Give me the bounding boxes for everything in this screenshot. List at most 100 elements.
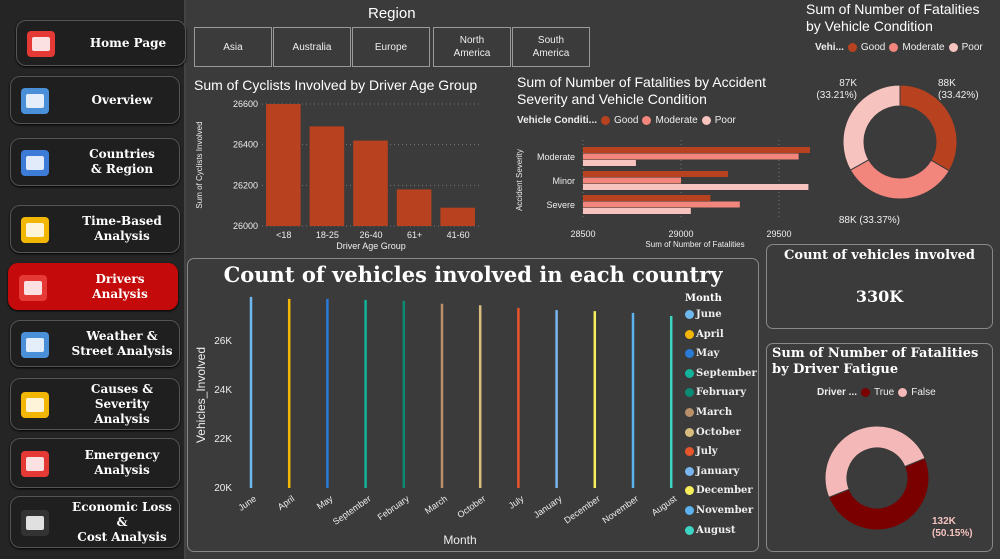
nav-causes-button[interactable]: Causes & Severity Analysis	[10, 378, 180, 430]
legend-label: March	[696, 407, 733, 418]
region-option[interactable]: North America	[433, 27, 511, 67]
nav-emergency-button[interactable]: Emergency Analysis	[10, 438, 180, 488]
bar-Severe-Moderate	[583, 201, 740, 208]
nav-countries-button[interactable]: Countries & Region	[10, 138, 180, 186]
legend-moderate[interactable]: Moderate	[902, 42, 944, 53]
driver-fatigue-donut: 132K(50.15%)131K(49.85%)	[824, 425, 973, 539]
legend-item-september[interactable]: September	[685, 368, 757, 379]
fatigue-title: Sum of Number of Fatalities by Driver Fa…	[772, 346, 979, 377]
weather-icon	[15, 324, 59, 364]
x-tick-label: 18-25	[316, 230, 339, 240]
legend-item-december[interactable]: December	[685, 485, 753, 496]
slice-label: 88K (33.42%)	[938, 78, 979, 101]
y-tick-label: 20K	[214, 483, 232, 494]
legend-dot	[685, 427, 694, 437]
nav-label: Home Page	[89, 35, 167, 50]
legend-dot	[685, 408, 694, 417]
globe-pin-icon	[15, 142, 59, 182]
nav-economic-button[interactable]: Economic Loss & Cost Analysis	[10, 496, 180, 548]
nav-weather-button[interactable]: Weather & Street Analysis	[10, 320, 180, 367]
x-axis-title: Driver Age Group	[336, 241, 406, 251]
x-tick-label: June	[236, 493, 258, 512]
x-tick-label: September	[331, 493, 373, 526]
legend-poor[interactable]: Poor	[715, 115, 736, 126]
x-tick-label: May	[315, 493, 335, 511]
nav-drivers-button[interactable]: Drivers Analysis	[8, 263, 178, 310]
x-tick-label: July	[507, 493, 526, 511]
legend-dot-poor	[948, 43, 958, 52]
legend-title: Vehicle Conditi...	[517, 115, 598, 126]
region-option[interactable]: South America	[512, 27, 590, 67]
legend-item-march[interactable]: March	[685, 407, 732, 418]
legend-item-november[interactable]: November	[685, 505, 753, 516]
legend-true[interactable]: True	[874, 387, 894, 398]
slice-label: 132K (50.15%)	[932, 516, 973, 539]
legend-label: September	[696, 367, 757, 379]
legend-item-april[interactable]: April	[685, 329, 724, 340]
legend-good[interactable]: Good	[861, 42, 885, 53]
vehicle-condition-legend: Vehi... Good Moderate Poor	[815, 42, 983, 53]
legend-item-january[interactable]: January	[685, 466, 739, 477]
bar-Moderate-Poor	[583, 160, 636, 166]
legend-dot-good	[601, 116, 611, 125]
legend-dot	[685, 466, 694, 476]
calendar-alert-icon	[15, 209, 59, 249]
nav-label: Overview	[91, 92, 153, 107]
legend-item-may[interactable]: May	[685, 348, 719, 359]
legend-dot-moderate	[889, 43, 899, 52]
nav-label: Time-Based Analysis	[82, 214, 162, 243]
x-tick-label: <18	[276, 230, 291, 240]
vehicle-condition-donut: 88K (33.42%) 88K (33.37%) 87K (33.21%)	[816, 78, 979, 226]
legend-item-july[interactable]: July	[685, 446, 718, 457]
bar-Severe-Good	[583, 195, 711, 201]
bar-18-25	[309, 126, 345, 226]
y-tick-label: 26600	[233, 99, 258, 109]
legend-dot	[685, 329, 694, 339]
legend-dot	[685, 525, 694, 535]
kpi-title: Count of vehicles involved	[784, 248, 975, 263]
legend-dot	[685, 486, 694, 496]
legend-dot-true	[861, 388, 871, 397]
legend-good[interactable]: Good	[614, 115, 638, 126]
y-tick-label: 24K	[214, 385, 232, 396]
y-tick-label: 26K	[214, 336, 232, 347]
vehicles-by-month-chart: 20K 22K 24K 26K June April MaySeptember Februar…	[194, 296, 678, 547]
x-tick-label: December	[562, 493, 602, 525]
nav-overview-button[interactable]: Overview	[10, 76, 180, 124]
kpi-value: 330K	[855, 287, 904, 306]
legend-item-june[interactable]: June	[685, 309, 722, 320]
bar-<18	[266, 104, 301, 226]
x-tick-label: 41-60	[447, 230, 470, 240]
month-legend-title: Month	[685, 293, 722, 304]
bar-Minor-Good	[583, 171, 729, 177]
legend-false[interactable]: False	[911, 387, 935, 398]
legend-poor[interactable]: Poor	[962, 42, 983, 53]
legend-item-october[interactable]: October	[685, 427, 741, 438]
legend-item-february[interactable]: February	[685, 387, 746, 398]
legend-moderate[interactable]: Moderate	[655, 115, 697, 126]
sidebar: Home Page Overview Countries & Region Time-…	[0, 0, 186, 559]
legend-dot-poor	[701, 116, 711, 125]
severity-chart-title: Sum of Number of Fatalities by Accident …	[517, 74, 766, 107]
driver-icon	[13, 267, 57, 307]
bar-Moderate-Moderate	[583, 153, 799, 160]
legend-label: February	[696, 387, 747, 399]
vehicle-condition-title: Sum of Number of Fatalities by Vehicle C…	[806, 1, 980, 34]
x-axis-title: Sum of Number of Fatalities	[645, 240, 744, 249]
legend-item-august[interactable]: August	[685, 525, 736, 536]
nav-home-button[interactable]: Home Page	[16, 20, 186, 66]
x-tick-label: March	[423, 493, 449, 516]
nav-time-button[interactable]: Time-Based Analysis	[10, 205, 180, 253]
region-option[interactable]: Australia	[273, 27, 351, 67]
legend-label: April	[696, 328, 724, 340]
legend-dot-false	[898, 388, 908, 397]
bar-61+	[396, 189, 432, 226]
nav-label: Drivers Analysis	[92, 271, 148, 301]
bar-Minor-Moderate	[583, 177, 681, 184]
severity-legend: Vehicle Conditi... Good Moderate Poor	[517, 115, 736, 126]
x-tick-label: 29000	[668, 229, 693, 239]
region-option[interactable]: Europe	[352, 27, 430, 67]
nav-label: Causes & Severity Analysis	[90, 381, 154, 426]
region-option[interactable]: Asia	[194, 27, 272, 67]
legend-label: July	[696, 446, 718, 458]
